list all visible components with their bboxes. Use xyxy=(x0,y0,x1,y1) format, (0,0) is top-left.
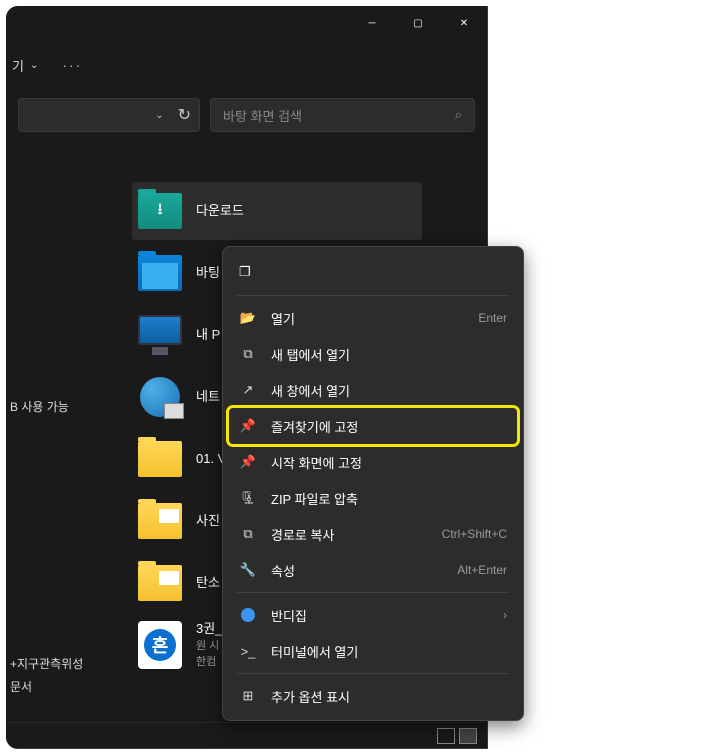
wrench-icon: 🔧 xyxy=(239,562,257,578)
ctx-show-more-options[interactable]: ⊞ 추가 옵션 표시 xyxy=(229,678,517,714)
details-view-button[interactable] xyxy=(437,728,455,744)
pin-icon: 📌 xyxy=(239,418,257,434)
item-label: 바팅 xyxy=(196,265,220,282)
address-bar[interactable]: ⌄ ↻ xyxy=(18,98,200,132)
item-sub: 원 시 xyxy=(196,637,222,653)
item-label: 다운로드 xyxy=(196,203,244,220)
ctx-compress-zip[interactable]: 🗜 ZIP 파일로 압축 xyxy=(229,480,517,516)
ctx-open-new-tab[interactable]: ⧉ 새 탭에서 열기 xyxy=(229,336,517,372)
content-area: B 사용 가능 +지구관측위성 문서 ⭳ 다운로드 바팅 내 P xyxy=(6,140,487,182)
ctx-bandizip[interactable]: 반디집 › xyxy=(229,597,517,633)
chevron-down-icon[interactable]: ⌄ xyxy=(155,110,163,121)
view-label: 기 xyxy=(12,56,24,75)
folder-icon xyxy=(138,565,182,601)
title-bar: ─ ▢ ✕ xyxy=(6,6,487,40)
ctx-properties[interactable]: 🔧 속성 Alt+Enter xyxy=(229,552,517,588)
toolbar: 기 ⌄ ··· xyxy=(6,40,487,90)
separator xyxy=(237,295,509,296)
sidebar-text: B 사용 가능 xyxy=(6,395,124,418)
copy-path-icon: ⧉ xyxy=(239,526,257,542)
ctx-shortcut: Alt+Enter xyxy=(457,563,507,577)
chevron-right-icon: › xyxy=(503,608,507,622)
ctx-copy-path[interactable]: ⧉ 경로로 복사 Ctrl+Shift+C xyxy=(229,516,517,552)
ctx-label: 반디집 xyxy=(271,606,489,625)
new-window-icon: ↗ xyxy=(239,382,257,398)
ctx-label: 터미널에서 열기 xyxy=(271,642,507,661)
context-menu: ❐ 📂 열기 Enter ⧉ 새 탭에서 열기 ↗ 새 창에서 열기 📌 즐겨찾… xyxy=(222,246,524,721)
folder-icon xyxy=(138,441,182,477)
network-icon xyxy=(140,377,180,417)
pin-icon: 📌 xyxy=(239,454,257,470)
copy-icon[interactable]: ❐ xyxy=(239,264,251,280)
folder-open-icon: 📂 xyxy=(239,310,257,326)
refresh-icon[interactable]: ↻ xyxy=(178,105,191,125)
sidebar-text: +지구관측위성 xyxy=(6,652,124,675)
sidebar-text: 문서 xyxy=(6,675,124,698)
ctx-shortcut: Enter xyxy=(478,311,507,325)
item-sub: 한컴 xyxy=(196,653,222,669)
maximize-button[interactable]: ▢ xyxy=(395,6,441,40)
ctx-open-new-window[interactable]: ↗ 새 창에서 열기 xyxy=(229,372,517,408)
bandizip-icon xyxy=(239,608,257,622)
item-label: 내 P xyxy=(196,327,220,344)
ctx-top-actions: ❐ xyxy=(229,253,517,291)
item-label: 3권_ xyxy=(196,621,222,638)
view-menu[interactable]: 기 ⌄ xyxy=(8,52,42,79)
ctx-label: 시작 화면에 고정 xyxy=(271,453,507,472)
ctx-pin-to-quickaccess[interactable]: 📌 즐겨찾기에 고정 xyxy=(229,408,517,444)
ctx-label: 새 탭에서 열기 xyxy=(271,345,507,364)
ctx-label: 속성 xyxy=(271,561,443,580)
ctx-label: 추가 옵션 표시 xyxy=(271,687,507,706)
item-label: 사진 xyxy=(196,513,220,530)
ctx-open-terminal[interactable]: >_ 터미널에서 열기 xyxy=(229,633,517,669)
pc-icon xyxy=(138,315,182,355)
close-button[interactable]: ✕ xyxy=(441,6,487,40)
sidebar-fragment: +지구관측위성 문서 xyxy=(6,652,124,698)
new-tab-icon: ⧉ xyxy=(239,346,257,362)
large-icons-view-button[interactable] xyxy=(459,728,477,744)
ctx-label: 경로로 복사 xyxy=(271,525,428,544)
ctx-label: 새 창에서 열기 xyxy=(271,381,507,400)
ctx-label: ZIP 파일로 압축 xyxy=(271,489,507,508)
status-bar xyxy=(6,722,487,748)
list-item[interactable]: ⭳ 다운로드 xyxy=(132,182,422,240)
minimize-button[interactable]: ─ xyxy=(349,6,395,40)
desktop-folder-icon xyxy=(138,255,182,291)
search-placeholder: 바탕 화면 검색 xyxy=(223,106,302,125)
ctx-open[interactable]: 📂 열기 Enter xyxy=(229,300,517,336)
separator xyxy=(237,592,509,593)
ctx-label: 열기 xyxy=(271,309,464,328)
downloads-folder-icon: ⭳ xyxy=(138,193,182,229)
ctx-pin-to-start[interactable]: 📌 시작 화면에 고정 xyxy=(229,444,517,480)
zip-icon: 🗜 xyxy=(239,490,257,506)
separator xyxy=(237,673,509,674)
more-button[interactable]: ··· xyxy=(46,57,98,73)
search-input[interactable]: 바탕 화면 검색 ⌕ xyxy=(210,98,475,132)
item-label: 네트 xyxy=(196,389,220,406)
sidebar-fragment: B 사용 가능 xyxy=(6,395,124,418)
more-options-icon: ⊞ xyxy=(239,688,257,704)
ctx-label: 즐겨찾기에 고정 xyxy=(271,417,507,436)
item-label: 탄소 xyxy=(196,575,220,592)
ctx-shortcut: Ctrl+Shift+C xyxy=(442,527,507,541)
hwp-file-icon: 흔 xyxy=(138,621,182,669)
search-icon: ⌕ xyxy=(455,107,462,123)
folder-icon xyxy=(138,503,182,539)
chevron-down-icon: ⌄ xyxy=(30,60,38,71)
terminal-icon: >_ xyxy=(239,644,257,659)
address-row: ⌄ ↻ 바탕 화면 검색 ⌕ xyxy=(6,90,487,140)
